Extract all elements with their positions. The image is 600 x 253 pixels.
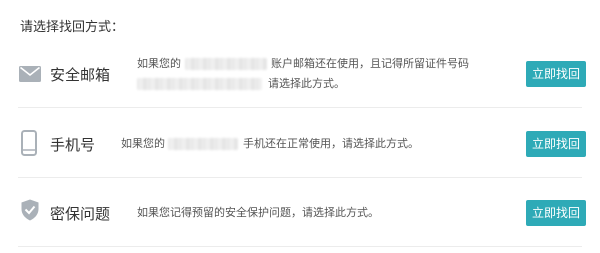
method-label-email: 安全邮箱 (50, 66, 111, 84)
phone-desc-suffix: 手机还在正常使用，请选择此方式。 (243, 137, 419, 150)
row-divider (18, 107, 582, 108)
redacted-email (185, 58, 267, 70)
email-desc-suffix: 账户邮箱还在使用，且记得所留证件号码 (271, 57, 469, 70)
method-label-security-question: 密保问题 (50, 205, 111, 223)
shield-check-icon (21, 199, 39, 221)
row-divider (18, 177, 582, 178)
redacted-email-line2 (137, 78, 262, 90)
method-label-phone: 手机号 (50, 136, 96, 154)
email-desc-prefix: 如果您的 (137, 57, 181, 70)
heading: 请选择找回方式： (20, 20, 125, 35)
redacted-phone (168, 138, 238, 150)
recover-by-email-button[interactable]: 立即找回 (526, 61, 586, 87)
row-divider (18, 246, 582, 247)
recover-by-phone-button[interactable]: 立即找回 (526, 131, 586, 157)
email-desc-line2: 请选择此方式。 (268, 77, 345, 90)
recover-by-security-question-button[interactable]: 立即找回 (526, 200, 586, 226)
phone-desc-prefix: 如果您的 (121, 137, 165, 150)
mail-icon (19, 66, 41, 82)
phone-icon (21, 130, 37, 156)
security-question-desc: 如果您记得预留的安全保护问题，请选择此方式。 (137, 206, 379, 219)
